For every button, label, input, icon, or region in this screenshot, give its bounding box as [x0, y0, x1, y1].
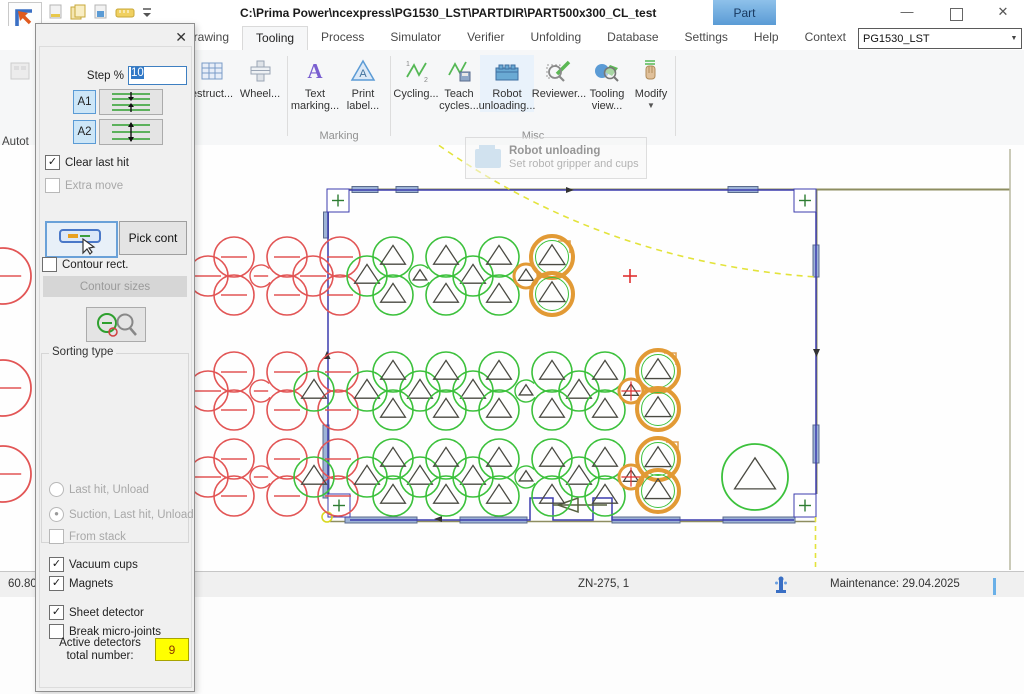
- step-label: Step %: [66, 70, 124, 82]
- distribute-inward-icon: [108, 91, 154, 113]
- minimize-button[interactable]: —: [892, 4, 922, 19]
- robot-unloading-icon: [475, 149, 501, 168]
- clear-last-hit-checkbox[interactable]: ✓ Clear last hit: [45, 155, 129, 170]
- save-icon[interactable]: [48, 4, 64, 21]
- unloading-settings-dialog: ✕ Step % 10 A1 A2 ✓ Clear last hit Extra…: [35, 23, 195, 692]
- close-button[interactable]: ✕: [988, 4, 1018, 20]
- cycling-icon: 12: [403, 57, 429, 85]
- copy-icon[interactable]: [70, 4, 87, 21]
- ribbon-tabs: DrawingToolingProcessSimulatorVerifierUn…: [172, 26, 859, 50]
- a1-distribute-button[interactable]: [99, 89, 163, 115]
- ribbon-separator: [287, 56, 288, 136]
- machine-select-value: PG1530_LST: [859, 33, 1007, 45]
- suction-last-hit-unload-radio: ● Suction, Last hit, Unload: [49, 507, 194, 522]
- zoom-out-icon: [92, 311, 140, 339]
- distribute-outward-icon: [108, 121, 154, 143]
- extra-move-checkbox: Extra move: [45, 178, 123, 193]
- ribbon-button-text-marking[interactable]: A Text marking...: [291, 55, 339, 112]
- ribbon-button-robot-unloading[interactable]: Robot unloading...: [480, 55, 534, 112]
- from-stack-checkbox: From stack: [49, 529, 126, 544]
- toolbar-options-icon[interactable]: [141, 6, 153, 20]
- active-detectors-label: Active detectors total number:: [50, 637, 150, 663]
- window-title: C:\Prima Power\ncexpress\PG1530_LST\PART…: [240, 6, 640, 20]
- sorting-type-label: Sorting type: [49, 346, 116, 358]
- cup-pick-cursor-icon: [56, 225, 108, 255]
- wheel-icon: [247, 57, 273, 85]
- autotool-icon[interactable]: [8, 60, 32, 84]
- teach-cycles-icon: [446, 57, 472, 85]
- svg-text:1: 1: [406, 61, 410, 68]
- contour-rect-checkbox[interactable]: Contour rect.: [42, 257, 128, 272]
- ribbon-group-tools: estruct... Wheel...: [188, 50, 284, 144]
- grid-icon: [199, 57, 225, 85]
- svg-text:A: A: [307, 59, 323, 83]
- ribbon-group-misc: 12 Cycling... Teach cycles... Robot unlo…: [394, 50, 672, 144]
- tab-settings[interactable]: Settings: [672, 26, 741, 50]
- tab-help[interactable]: Help: [741, 26, 792, 50]
- pick-cont-button[interactable]: Pick cont: [119, 221, 187, 255]
- tab-tooling[interactable]: Tooling: [242, 26, 308, 50]
- last-hit-unload-radio: Last hit, Unload: [49, 482, 149, 497]
- chevron-down-icon: ▼: [1007, 35, 1021, 42]
- status-machine: ZN-275, 1: [578, 578, 629, 590]
- machine-select[interactable]: PG1530_LST ▼: [858, 28, 1022, 49]
- ribbon-button-wheel[interactable]: Wheel...: [236, 55, 284, 100]
- measure-icon[interactable]: [115, 6, 135, 20]
- tab-simulator[interactable]: Simulator: [377, 26, 454, 50]
- status-maintenance: Maintenance: 29.04.2025: [830, 578, 960, 590]
- ribbon-button-restruct[interactable]: estruct...: [188, 55, 236, 100]
- tooltip-title: Robot unloading: [509, 145, 639, 158]
- tab-unfolding[interactable]: Unfolding: [517, 26, 594, 50]
- svg-text:2: 2: [424, 77, 428, 84]
- a2-distribute-button[interactable]: [99, 119, 163, 145]
- text-marking-icon: A: [302, 57, 328, 85]
- dialog-close-button[interactable]: ✕: [175, 29, 187, 46]
- report-icon[interactable]: [93, 4, 109, 21]
- modify-hand-icon: [638, 57, 664, 85]
- svg-text:A: A: [359, 68, 367, 80]
- active-detectors-value: 9: [155, 638, 189, 661]
- sheet-detector-checkbox[interactable]: ✓ Sheet detector: [49, 605, 144, 620]
- part-mode-button[interactable]: Part: [713, 0, 776, 25]
- pick-cup-tool-button[interactable]: [45, 221, 118, 258]
- tab-context[interactable]: Context: [792, 26, 859, 50]
- robot-unloading-icon: [493, 57, 521, 85]
- tooling-view-icon: [593, 57, 621, 85]
- ribbon-button-modify[interactable]: Modify ▼: [630, 55, 672, 110]
- ribbon-separator: [390, 56, 391, 136]
- tooltip-subtitle: Set robot gripper and cups: [509, 158, 639, 171]
- ribbon-group-label-marking: Marking: [291, 130, 387, 142]
- ribbon-button-teach-cycles[interactable]: Teach cycles...: [438, 55, 480, 112]
- tool-status-icon: [773, 576, 789, 594]
- ribbon-button-reviewer[interactable]: Reviewer...: [534, 55, 584, 100]
- zoom-out-button[interactable]: [86, 307, 146, 342]
- a2-button[interactable]: A2: [73, 120, 96, 144]
- magnets-checkbox[interactable]: ✓ Magnets: [49, 576, 113, 591]
- ribbon-button-print-label[interactable]: A Print label...: [339, 55, 387, 112]
- ribbon-group-marking: A Text marking... A Print label... Marki…: [291, 50, 387, 144]
- status-coordinate: 60.80: [8, 578, 37, 590]
- status-indicator-bar: [993, 578, 996, 595]
- a1-button[interactable]: A1: [73, 90, 96, 114]
- vacuum-cups-checkbox[interactable]: ✓ Vacuum cups: [49, 557, 138, 572]
- ribbon-separator: [675, 56, 676, 136]
- reviewer-icon: [545, 57, 573, 85]
- tab-verifier[interactable]: Verifier: [454, 26, 517, 50]
- ribbon-button-tooling-view[interactable]: Tooling view...: [584, 55, 630, 112]
- maximize-button[interactable]: [950, 8, 963, 21]
- ribbon-button-cycling[interactable]: 12 Cycling...: [394, 55, 438, 100]
- step-input[interactable]: 10: [128, 66, 187, 85]
- print-label-icon: A: [350, 57, 376, 85]
- tab-process[interactable]: Process: [308, 26, 377, 50]
- chevron-down-icon[interactable]: ▼: [647, 101, 655, 110]
- tab-database[interactable]: Database: [594, 26, 671, 50]
- ribbon-tooltip: Robot unloading Set robot gripper and cu…: [465, 137, 647, 179]
- quick-access-toolbar: [48, 4, 153, 21]
- contour-sizes-button: Contour sizes: [43, 276, 187, 297]
